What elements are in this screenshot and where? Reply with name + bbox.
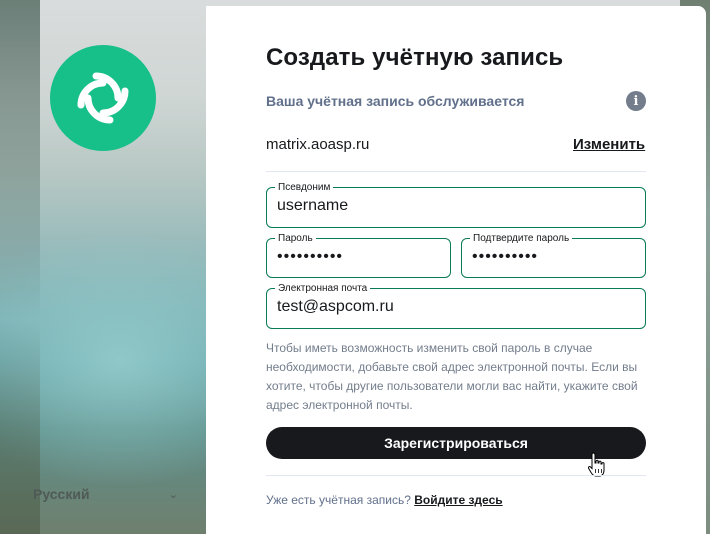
username-value: username	[277, 197, 349, 214]
divider	[266, 171, 646, 172]
login-link[interactable]: Войдите здесь	[414, 493, 502, 507]
language-label: Русский	[33, 486, 90, 502]
username-label: Псевдоним	[275, 182, 334, 193]
login-prompt: Уже есть учётная запись? Войдите здесь	[266, 493, 503, 507]
email-hint: Чтобы иметь возможность изменить свой па…	[266, 341, 638, 412]
password-field[interactable]: Пароль ••••••••••	[266, 233, 451, 278]
password-label: Пароль	[275, 233, 316, 244]
chevron-down-icon: ⌄	[168, 488, 178, 501]
email-label: Электронная почта	[275, 283, 371, 294]
page-title: Создать учётную запись	[266, 44, 564, 71]
element-logo-icon	[50, 45, 156, 151]
info-icon[interactable]: i	[626, 91, 646, 111]
confirm-password-label: Подтвердите пароль	[470, 233, 573, 244]
server-caption: Ваша учётная запись обслуживается	[266, 93, 525, 109]
server-name: matrix.aoasp.ru	[266, 136, 370, 153]
password-value: ••••••••••	[277, 248, 344, 265]
confirm-password-value: ••••••••••	[472, 248, 539, 265]
language-selector[interactable]: Русский ⌄	[33, 485, 178, 503]
confirm-password-field[interactable]: Подтвердите пароль ••••••••••	[461, 233, 646, 278]
email-value: test@aspcom.ru	[277, 298, 394, 315]
change-server-link[interactable]: Изменить	[573, 136, 645, 153]
login-prompt-text: Уже есть учётная запись?	[266, 493, 411, 507]
registration-card: Создать учётную запись Ваша учётная запи…	[206, 6, 706, 534]
divider	[266, 475, 646, 476]
username-field[interactable]: Псевдоним username	[266, 182, 646, 228]
left-panel: Русский ⌄	[0, 0, 206, 534]
email-field[interactable]: Электронная почта test@aspcom.ru	[266, 283, 646, 329]
